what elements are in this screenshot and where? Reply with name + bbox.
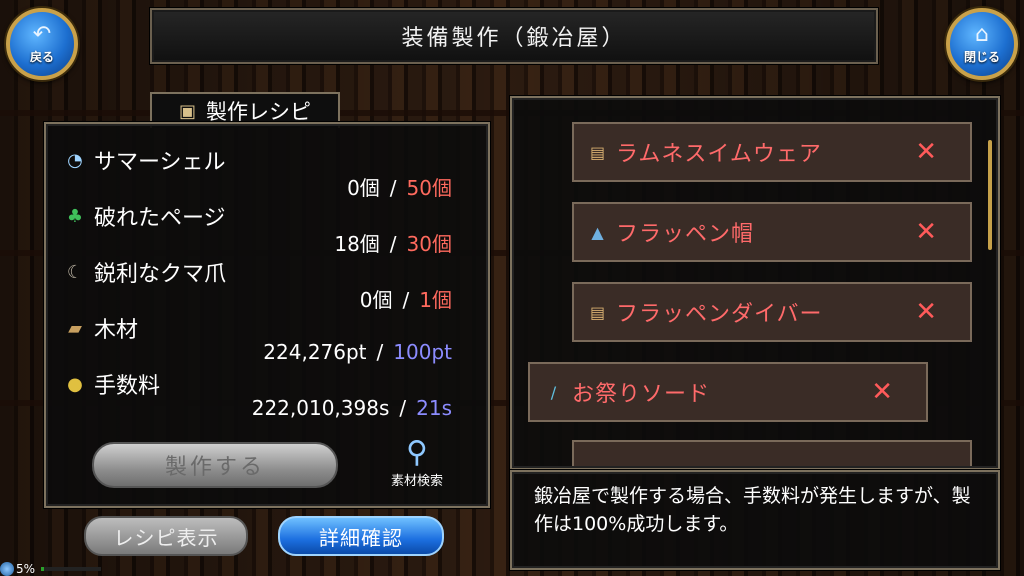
remove-icon[interactable]: ✕ [915,217,938,247]
material-name: 鋭利なクマ爪 [94,262,227,287]
hat-icon: ▲ [591,222,605,242]
material-row: ▰ 木材 [64,312,138,344]
material-row: ☾ 鋭利なクマ爪 [64,256,226,288]
item-name: フラッペン帽 [616,222,755,247]
material-name: 手数料 [94,374,161,399]
list-item[interactable]: / お祭りソード ✕ [528,362,928,422]
need-count: 30個 [406,232,452,256]
have-count: 222,010,398s [251,396,390,420]
count-separator: / [402,288,410,312]
material-name: 破れたページ [94,206,226,231]
count-separator: / [376,340,384,364]
recipe-panel: ◔ サマーシェル 0個 / 50個 ♣ 破れたページ 18個 / 30個 ☾ 鋭利なクマ… [44,122,490,508]
need-count: 1個 [419,288,452,312]
list-item[interactable]: ▲ フラッペン帽 ✕ [572,202,972,262]
need-count: 50個 [406,176,452,200]
message-panel: 鍛冶屋で製作する場合、手数料が発生しますが、製作は100%成功します。 [510,470,1000,570]
material-name: 木材 [94,318,139,343]
material-search-button[interactable]: ⚲ 素材検索 [372,436,462,496]
back-arrow-icon: ↶ [32,21,52,47]
list-item[interactable]: ▤ ラムネスイムウェア ✕ [572,122,972,182]
message-text: 鍛冶屋で製作する場合、手数料が発生しますが、製作は100%成功します。 [534,485,971,535]
progress-fill [41,567,45,571]
list-item[interactable]: ▤ フラッペンダイバー ✕ [572,282,972,342]
material-row: ♣ 破れたページ [64,200,226,232]
remove-icon[interactable]: ✕ [915,297,938,327]
material-count: 0個 / 50個 [347,172,452,201]
magnifier-icon: ⚲ [406,435,428,470]
back-button[interactable]: ↶ 戻る [6,8,78,80]
status-indicator: 5% [0,562,102,576]
list-scrollbar[interactable] [988,140,992,250]
remove-icon[interactable]: ✕ [915,137,938,167]
recipe-show-button[interactable]: レシピ表示 [84,516,248,556]
progress-bar [41,567,102,571]
count-separator: / [389,232,397,256]
home-icon: ⌂ [975,21,989,47]
material-name: サマーシェル [94,150,226,175]
wood-icon: ▰ [68,317,82,339]
close-button[interactable]: ⌂ 閉じる [946,8,1018,80]
material-row: ● 手数料 [64,368,160,400]
need-count: 100pt [393,340,452,364]
craft-button[interactable]: 製作する [92,442,338,488]
material-count: 224,276pt / 100pt [263,340,452,364]
list-item [572,440,972,466]
chest-icon: ▣ [178,100,196,122]
count-separator: / [389,176,397,200]
material-count: 18個 / 30個 [334,228,452,257]
remove-icon[interactable]: ✕ [871,377,894,407]
back-button-label: 戻る [29,49,54,64]
material-row: ◔ サマーシェル [64,144,226,176]
scroll-icon: ▤ [589,302,607,322]
coin-icon: ● [67,373,83,395]
material-count: 222,010,398s / 21s [252,396,452,420]
sword-icon: / [550,382,558,402]
item-name: フラッペンダイバー [616,302,823,327]
detail-button[interactable]: 詳細確認 [278,516,444,556]
claw-icon: ☾ [66,261,84,283]
material-count: 0個 / 1個 [360,284,452,313]
item-name: お祭りソード [572,382,711,407]
count-separator: / [399,396,407,420]
leaf-icon: ♣ [66,205,84,227]
have-count: 0個 [347,176,380,200]
have-count: 18個 [334,232,380,256]
scroll-icon: ▤ [589,142,607,162]
have-count: 224,276pt [263,340,367,364]
material-search-label: 素材検索 [390,474,443,489]
status-percent: 5% [16,562,36,576]
have-count: 0個 [359,288,393,312]
item-name: ラムネスイムウェア [616,142,822,167]
globe-icon [0,562,14,576]
page-title: 装備製作（鍛冶屋） [150,8,878,64]
close-button-label: 閉じる [963,49,1000,64]
need-count: 21s [416,396,452,420]
shell-icon: ◔ [67,149,83,171]
